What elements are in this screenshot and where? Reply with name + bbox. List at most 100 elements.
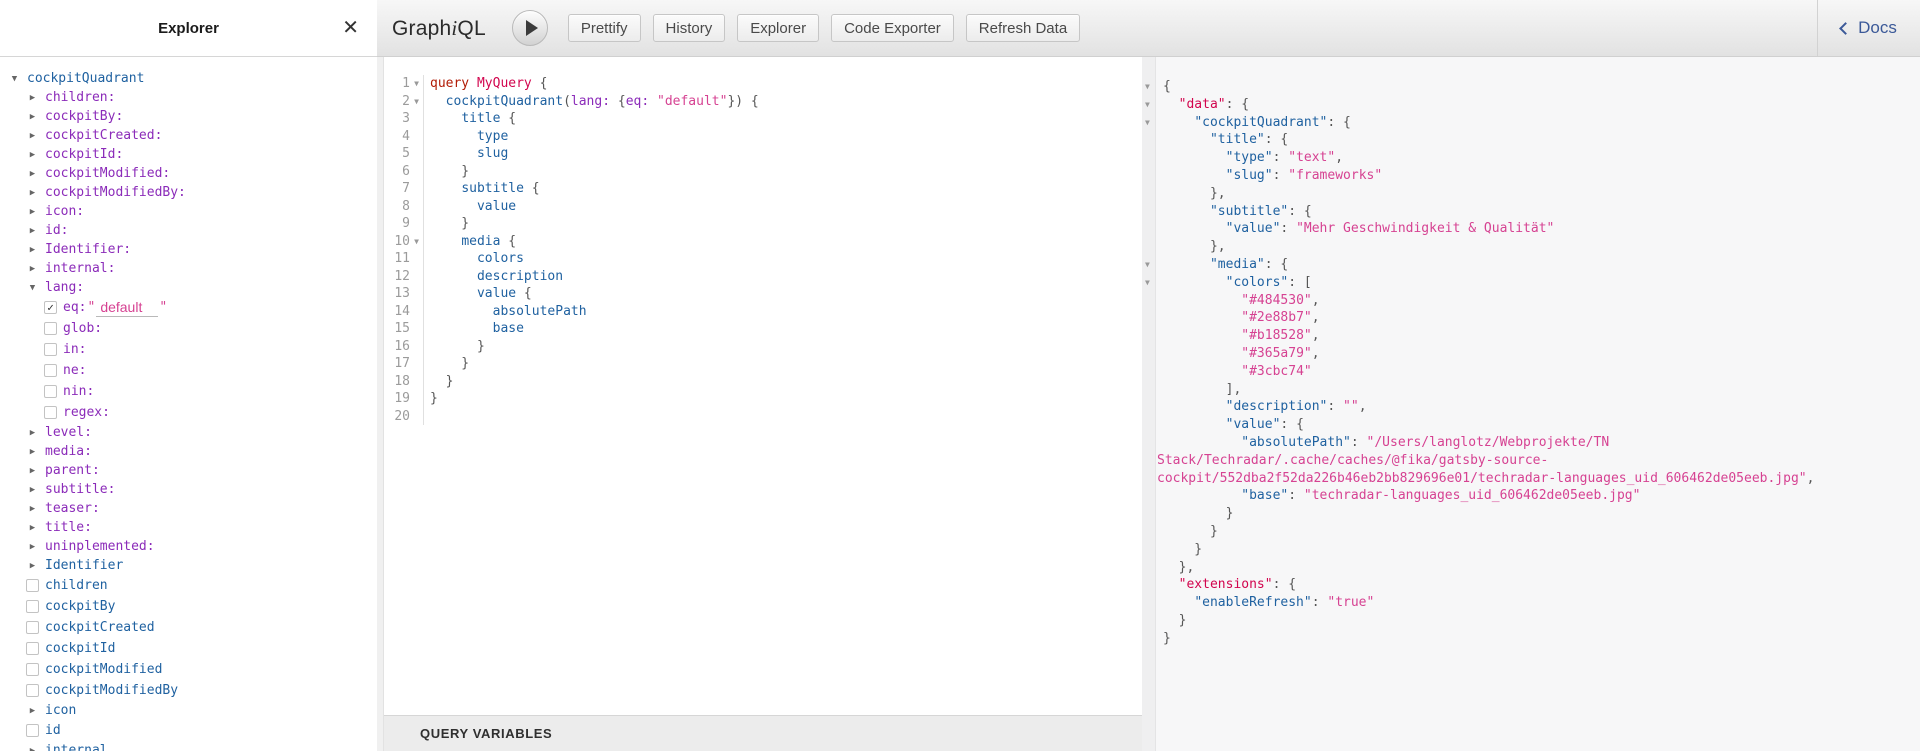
explorer-tree[interactable]: ▼cockpitQuadrant▶children:▶cockpitBy:▶co…	[0, 57, 377, 751]
toolbar-button-refresh-data[interactable]: Refresh Data	[966, 14, 1080, 42]
collapsed-arrow-icon[interactable]: ▶	[30, 188, 35, 198]
query-variables-bar[interactable]: QUERY VARIABLES	[384, 715, 1142, 751]
tree-row-internal[interactable]: ▶internal	[0, 741, 377, 751]
unchecked-checkbox-icon[interactable]	[26, 600, 39, 613]
query-editor[interactable]: 1▼query MyQuery {2▼ cockpitQuadrant(lang…	[384, 57, 1142, 715]
execute-button[interactable]	[512, 10, 548, 46]
fold-arrow-icon[interactable]: ▼	[1145, 96, 1150, 114]
checked-checkbox-icon[interactable]: ✓	[44, 301, 57, 314]
result-line-18: ],	[1142, 381, 1920, 399]
expanded-arrow-icon[interactable]: ▼	[30, 283, 35, 293]
unchecked-checkbox-icon[interactable]	[44, 364, 57, 377]
collapsed-arrow-icon[interactable]: ▶	[30, 226, 35, 236]
tree-row-level[interactable]: ▶level:	[0, 423, 377, 442]
collapsed-arrow-icon[interactable]: ▶	[30, 150, 35, 160]
tree-row-uninplemented[interactable]: ▶uninplemented:	[0, 537, 377, 556]
fold-arrow-icon[interactable]: ▼	[410, 75, 424, 93]
editor-code: }	[424, 373, 453, 391]
collapsed-arrow-icon[interactable]: ▶	[30, 131, 35, 141]
tree-row-teaser[interactable]: ▶teaser:	[0, 499, 377, 518]
fold-arrow-icon[interactable]: ▼	[410, 93, 424, 111]
tree-row-id[interactable]: ▶id:	[0, 221, 377, 240]
tree-row-cockpitModifiedBy[interactable]: ▶cockpitModifiedBy:	[0, 183, 377, 202]
unchecked-checkbox-icon[interactable]	[44, 322, 57, 335]
collapsed-arrow-icon[interactable]: ▶	[30, 542, 35, 552]
tree-row-cockpitModified[interactable]: cockpitModified	[0, 659, 377, 680]
tree-row-cockpitBy[interactable]: ▶cockpitBy:	[0, 107, 377, 126]
close-icon[interactable]: ✕	[342, 18, 359, 38]
tree-row-cockpitModified[interactable]: ▶cockpitModified:	[0, 164, 377, 183]
unchecked-checkbox-icon[interactable]	[44, 343, 57, 356]
tree-row-glob[interactable]: glob:	[0, 318, 377, 339]
docs-tab[interactable]: Docs	[1817, 0, 1920, 56]
result-line-9: "value": "Mehr Geschwindigkeit & Qualitä…	[1142, 220, 1920, 238]
collapsed-arrow-icon[interactable]: ▶	[30, 523, 35, 533]
tree-row-children[interactable]: children	[0, 575, 377, 596]
tree-row-regex[interactable]: regex:	[0, 402, 377, 423]
collapsed-arrow-icon[interactable]: ▶	[30, 428, 35, 438]
collapsed-arrow-icon[interactable]: ▶	[30, 169, 35, 179]
code-token: {	[532, 76, 548, 91]
collapsed-arrow-icon[interactable]: ▶	[30, 504, 35, 514]
expanded-arrow-icon[interactable]: ▼	[12, 74, 17, 84]
toolbar-button-code-exporter[interactable]: Code Exporter	[831, 14, 954, 42]
toolbar-button-prettify[interactable]: Prettify	[568, 14, 641, 42]
collapsed-arrow-icon[interactable]: ▶	[30, 245, 35, 255]
tree-row-subtitle[interactable]: ▶subtitle:	[0, 480, 377, 499]
fold-arrow-icon[interactable]: ▼	[1145, 114, 1150, 132]
tree-row-lang[interactable]: ▼lang:	[0, 278, 377, 297]
collapsed-arrow-icon[interactable]: ▶	[30, 264, 35, 274]
tree-row-cockpitBy[interactable]: cockpitBy	[0, 596, 377, 617]
collapsed-arrow-icon[interactable]: ▶	[30, 485, 35, 495]
tree-row-cockpitId[interactable]: cockpitId	[0, 638, 377, 659]
tree-row-Identifier[interactable]: ▶Identifier:	[0, 240, 377, 259]
fold-arrow-icon[interactable]: ▼	[1145, 274, 1150, 292]
fold-gutter	[410, 355, 424, 373]
unchecked-checkbox-icon[interactable]	[26, 621, 39, 634]
fold-arrow-icon[interactable]: ▼	[410, 233, 424, 251]
toolbar-button-history[interactable]: History	[653, 14, 726, 42]
line-number: 5	[384, 145, 410, 163]
collapsed-arrow-icon[interactable]: ▶	[30, 466, 35, 476]
result-line-3: ▼ "cockpitQuadrant": {	[1142, 114, 1920, 132]
collapsed-arrow-icon[interactable]: ▶	[30, 112, 35, 122]
tree-row-cockpitId[interactable]: ▶cockpitId:	[0, 145, 377, 164]
tree-row-eq[interactable]: ✓eq:"default"	[0, 297, 377, 318]
code-token: "#2e88b7"	[1241, 310, 1311, 325]
tree-row-in[interactable]: in:	[0, 339, 377, 360]
unchecked-checkbox-icon[interactable]	[26, 663, 39, 676]
tree-row-title[interactable]: ▶title:	[0, 518, 377, 537]
code-token: : {	[1226, 97, 1249, 112]
tree-row-cockpitCreated[interactable]: cockpitCreated	[0, 617, 377, 638]
tree-row-ne[interactable]: ne:	[0, 360, 377, 381]
tree-row-Identifier[interactable]: ▶Identifier	[0, 556, 377, 575]
unchecked-checkbox-icon[interactable]	[26, 642, 39, 655]
tree-row-icon[interactable]: ▶icon:	[0, 202, 377, 221]
collapsed-arrow-icon[interactable]: ▶	[30, 93, 35, 103]
unchecked-checkbox-icon[interactable]	[44, 406, 57, 419]
code-token: {	[524, 181, 540, 196]
toolbar-button-explorer[interactable]: Explorer	[737, 14, 819, 42]
collapsed-arrow-icon[interactable]: ▶	[30, 746, 35, 751]
tree-row-nin[interactable]: nin:	[0, 381, 377, 402]
tree-row-children[interactable]: ▶children:	[0, 88, 377, 107]
unchecked-checkbox-icon[interactable]	[26, 684, 39, 697]
unchecked-checkbox-icon[interactable]	[26, 724, 39, 737]
unchecked-checkbox-icon[interactable]	[44, 385, 57, 398]
tree-row-cockpitQuadrant[interactable]: ▼cockpitQuadrant	[0, 69, 377, 88]
collapsed-arrow-icon[interactable]: ▶	[30, 561, 35, 571]
fold-arrow-icon[interactable]: ▼	[1145, 256, 1150, 274]
tree-row-parent[interactable]: ▶parent:	[0, 461, 377, 480]
collapsed-arrow-icon[interactable]: ▶	[30, 706, 35, 716]
tree-row-internal[interactable]: ▶internal:	[0, 259, 377, 278]
fold-arrow-icon[interactable]: ▼	[1145, 78, 1150, 96]
tree-row-id[interactable]: id	[0, 720, 377, 741]
arg-value-input[interactable]: default	[96, 299, 158, 317]
collapsed-arrow-icon[interactable]: ▶	[30, 207, 35, 217]
unchecked-checkbox-icon[interactable]	[26, 579, 39, 592]
tree-row-media[interactable]: ▶media:	[0, 442, 377, 461]
tree-row-cockpitCreated[interactable]: ▶cockpitCreated:	[0, 126, 377, 145]
collapsed-arrow-icon[interactable]: ▶	[30, 447, 35, 457]
tree-row-icon[interactable]: ▶icon	[0, 701, 377, 720]
tree-row-cockpitModifiedBy[interactable]: cockpitModifiedBy	[0, 680, 377, 701]
